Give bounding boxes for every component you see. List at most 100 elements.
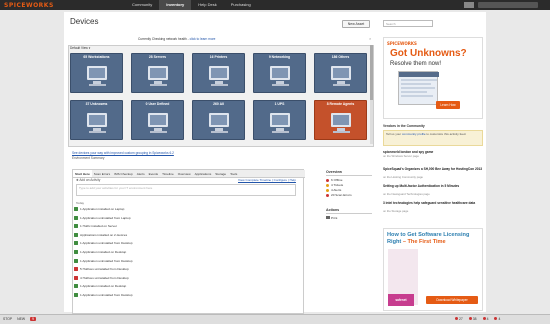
community-profile-link[interactable]: community profile	[402, 132, 426, 136]
printer-icon	[326, 216, 330, 219]
list-item-text: 1 Application installed on Desktop	[80, 284, 127, 289]
tab-timeline[interactable]: Timeline	[160, 170, 176, 177]
list-item-text: 1 Application uninstalled from Desktop	[80, 241, 133, 246]
application-icon	[74, 241, 78, 246]
others-icon	[328, 62, 355, 90]
device-tile[interactable]: 260 All	[192, 100, 245, 140]
tab-ims-checkup[interactable]: IMS Checkup	[112, 170, 135, 177]
application-icon	[74, 215, 78, 220]
device-tile[interactable]: 0 User Defined	[131, 100, 184, 140]
device-tile[interactable]: 65 Workstations	[70, 53, 123, 93]
activity-input[interactable]: Type to add your activities for your IT …	[76, 184, 296, 196]
feed-item[interactable]: SpiceSquad's Organizes a SH,000 Bee Away…	[383, 167, 483, 181]
new-item[interactable]: NEW	[17, 317, 25, 321]
device-tile-label: 260 All	[213, 102, 224, 106]
device-tile-label: 8 Remote Agents	[326, 102, 355, 106]
tab-storage[interactable]: Storage	[213, 170, 228, 177]
device-tile-label: 0 User Defined	[145, 102, 170, 106]
networking-icon	[267, 62, 294, 90]
alerts-count-value: 4	[486, 317, 489, 321]
unknowns-ad[interactable]: SPICEWORKS Got Unknowns? Resolve them no…	[383, 37, 483, 119]
tab-applications[interactable]: Applications	[193, 170, 214, 177]
application-icon	[74, 284, 78, 289]
device-tile[interactable]: 186 Others	[314, 53, 367, 93]
see-devices-link[interactable]: See devices your way with improved custo…	[72, 151, 174, 155]
device-tile[interactable]: 8 Remote Agents	[314, 100, 367, 140]
feed-item[interactable]: Setting up Multi-factor Authentication i…	[383, 184, 483, 198]
list-item[interactable]: 1 Application uninstalled from Desktop	[74, 292, 274, 301]
list-item-text: 1 Hotfix installed on Server	[80, 224, 117, 229]
application-icon	[74, 232, 78, 237]
device-tile[interactable]: 37 Unknowns	[70, 100, 123, 140]
new-asset-button[interactable]: New Asset	[342, 20, 370, 28]
scrollbar-thumb[interactable]	[370, 45, 373, 100]
feed-item-source: on the Newsguard Technologies page	[383, 192, 430, 196]
overview-panel: Overview 6 Offline 4 Tickets 4 Alerts 20 Sc…	[326, 170, 372, 198]
learn-how-button[interactable]: Learn How	[436, 101, 460, 109]
status-dot-icon	[326, 178, 329, 182]
nav-inventory[interactable]: Inventory	[159, 0, 192, 10]
offline-count[interactable]: 27	[455, 317, 463, 321]
errors-icon	[494, 317, 498, 320]
tab-tools[interactable]: Tools	[228, 170, 239, 177]
nav-purchasing[interactable]: Purchasing	[224, 0, 258, 10]
bottom-toolbar: STOP NEW 9 27 38 4 4	[0, 314, 550, 324]
tab-overview[interactable]: Overview	[176, 170, 193, 177]
alerts-icon	[482, 317, 486, 320]
vendors-note-suffix: to customize this activity feed.	[426, 132, 467, 136]
vendors-heading: Vendors in the Community	[383, 124, 425, 128]
tab-events[interactable]: Events	[147, 170, 160, 177]
stop-item[interactable]: STOP	[3, 317, 12, 321]
grid-scrollbar[interactable]	[370, 45, 373, 144]
tickets-count-value: 38	[472, 317, 477, 321]
licensing-ad[interactable]: How to Get Software Licensing Right – Th…	[383, 228, 483, 311]
top-search-field[interactable]	[478, 2, 538, 8]
print-link[interactable]: Print	[331, 216, 337, 220]
hotfix-icon	[74, 267, 78, 272]
search-input[interactable]: Search	[383, 20, 433, 27]
tab-scan-errors[interactable]: Scan Errors	[92, 170, 112, 177]
device-tile[interactable]: 9 Networking	[253, 53, 306, 93]
vendors-note-prefix: Tell us your	[386, 132, 402, 136]
remote-agents-icon	[328, 109, 355, 137]
download-whitepaper-button[interactable]: Download Whitepaper	[426, 296, 478, 304]
nav-community[interactable]: Community	[125, 0, 159, 10]
feed-item-title[interactable]: Setting up Multi-factor Authentication i…	[383, 184, 483, 188]
actions-heading: Actions	[326, 208, 372, 214]
feed-item-title[interactable]: SpiceSquad's Organizes a SH,000 Bee Away…	[383, 167, 483, 171]
nav-help-desk[interactable]: Help Desk	[191, 0, 223, 10]
user-avatar[interactable]	[464, 2, 474, 8]
feed-item-title[interactable]: 3 intel technologies help safeguard sens…	[383, 201, 483, 205]
alert-count-badge[interactable]: 9	[30, 317, 36, 321]
learn-more-link[interactable]: click to learn more	[190, 37, 216, 41]
device-tile[interactable]: 1 UPS	[253, 100, 306, 140]
bottom-right-items: 27 38 4 4	[455, 317, 500, 321]
timeline-links[interactable]: View Complete Timeline | Configure | Hel…	[238, 178, 296, 182]
list-item-text: 1 Application installed on Laptop	[80, 207, 125, 211]
alerts-count[interactable]: 4	[482, 317, 489, 321]
tab-alerts[interactable]: Alerts	[135, 170, 147, 177]
printer-icon	[206, 62, 233, 90]
ad-screenshot-image	[398, 71, 439, 105]
application-icon	[74, 258, 78, 263]
feed-item[interactable]: spiceworld london and spy game on the Win…	[383, 150, 483, 164]
list-item-text: 1 Application uninstalled from Desktop	[80, 293, 133, 297]
spiceworks-logo[interactable]: SPICEWORKS	[4, 2, 54, 9]
feed-item[interactable]: 3 intel technologies help safeguard sens…	[383, 201, 483, 215]
default-view-selector[interactable]: Default View ▾	[70, 46, 90, 50]
ad-title: Got Unknowns?	[390, 48, 467, 59]
tab-start-here[interactable]: Start Here	[73, 170, 92, 177]
status-dot-icon	[326, 183, 329, 187]
application-icon	[74, 293, 78, 297]
device-tile-label: 1 UPS	[274, 102, 285, 106]
overview-item-label: 6 Offline	[331, 178, 343, 182]
offline-count-value: 27	[459, 317, 463, 321]
overview-item[interactable]: 20 Scan Errors	[326, 193, 372, 198]
tickets-count[interactable]: 38	[468, 317, 477, 321]
errors-count-value: 4	[498, 317, 501, 321]
close-icon[interactable]: ×	[369, 36, 371, 41]
device-tile[interactable]: 28 Servers	[131, 53, 184, 93]
add-activity[interactable]: ✚ Add an Activity	[76, 178, 100, 182]
errors-count[interactable]: 4	[494, 317, 500, 321]
device-tile[interactable]: 16 Printers	[192, 53, 245, 93]
